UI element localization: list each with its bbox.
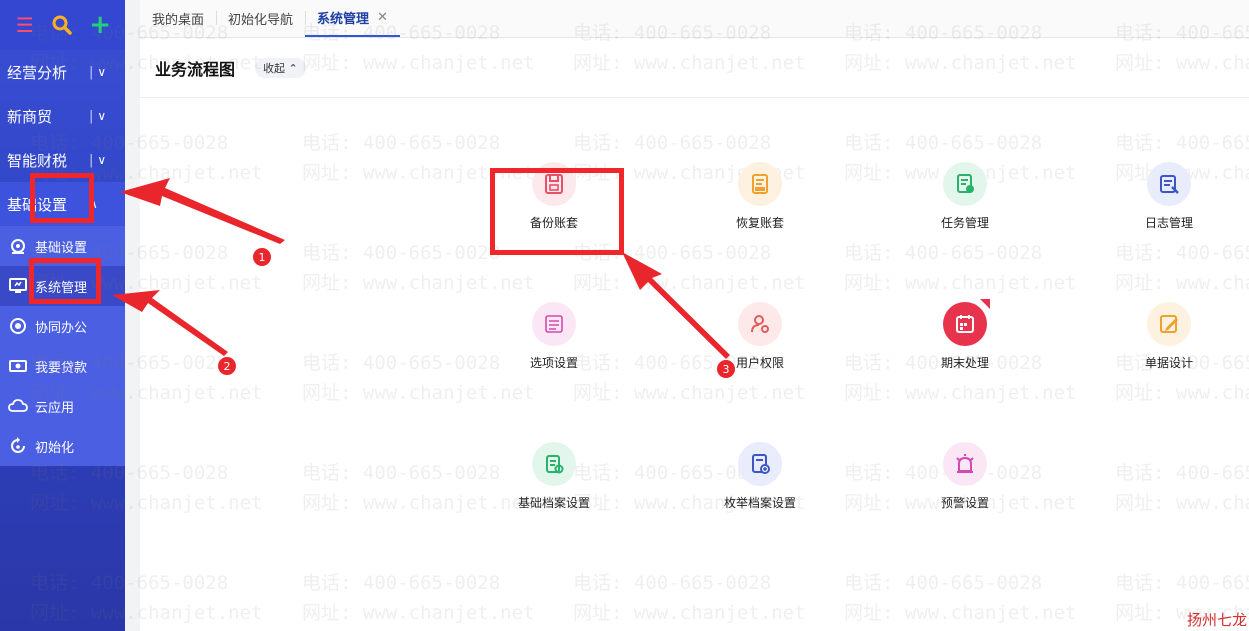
tile-restore[interactable]: 恢复账套 (700, 162, 820, 231)
log-icon (1147, 162, 1191, 206)
chevron-down-icon: ∨ (97, 153, 107, 167)
tile-user-perm[interactable]: 用户权限 (700, 302, 820, 371)
separator: | (89, 152, 94, 168)
gear-icon (8, 236, 28, 256)
tab-bar: 我的桌面 初始化导航 系统管理 ✕ (140, 0, 1249, 38)
separator: | (89, 108, 94, 124)
sidebar-group-label: 智能财税 (7, 151, 68, 170)
task-icon (943, 162, 987, 206)
sidebar-item-label: 我要贷款 (35, 360, 88, 376)
sidebar-item-label: 协同办公 (35, 320, 88, 336)
tab-my-desktop[interactable]: 我的桌面 (140, 0, 216, 37)
menu-icon[interactable]: ☰ (14, 13, 36, 37)
alarm-icon (943, 442, 987, 486)
sidebar-item-label: 初始化 (35, 440, 75, 456)
refresh-icon (8, 436, 28, 456)
tab-init-guide[interactable]: 初始化导航 (216, 0, 305, 37)
new-badge-corner (980, 299, 990, 309)
collab-icon (8, 316, 28, 336)
sidebar-group-label: 经营分析 (7, 63, 68, 82)
sidebar-item-label: 云应用 (35, 400, 75, 416)
enum-archive-icon (738, 442, 782, 486)
step-badge-3: 3 (716, 359, 736, 379)
step-badge-2: 2 (217, 356, 237, 376)
tile-label: 恢复账套 (735, 216, 784, 230)
tile-enum-archive[interactable]: 枚举档案设置 (700, 442, 820, 511)
user-perm-icon (738, 302, 782, 346)
restore-icon (738, 162, 782, 206)
period-end-icon (943, 299, 990, 346)
separator: | (89, 64, 94, 80)
sidebar: ☰ + 经营分析 | ∨ 新商贸 | ∨ 智能财税 | ∨ 基础设置 ∧ 基础设… (0, 0, 125, 631)
sidebar-item-cloud-app[interactable]: 云应用 (0, 386, 125, 426)
tab-label: 我的桌面 (152, 12, 205, 28)
tab-label: 初始化导航 (228, 12, 294, 28)
tile-doc-design[interactable]: 单据设计 (1109, 302, 1229, 371)
doc-design-icon (1147, 302, 1191, 346)
tile-label: 单据设计 (1144, 356, 1193, 370)
sidebar-item-collab[interactable]: 协同办公 (0, 306, 125, 346)
plus-icon[interactable]: + (89, 10, 111, 40)
sidebar-toolbar: ☰ + (0, 0, 125, 50)
sidebar-item-loan[interactable]: 我要贷款 (0, 346, 125, 386)
money-icon (8, 356, 28, 376)
cloud-icon (8, 396, 28, 416)
collapse-button[interactable]: 收起 ⌃ (255, 57, 306, 78)
sidebar-group-label: 新商贸 (7, 107, 53, 126)
tile-period-end[interactable]: 期末处理 (905, 299, 1025, 371)
tile-label: 日志管理 (1144, 216, 1193, 230)
tile-label: 任务管理 (940, 216, 989, 230)
tile-archive[interactable]: 基础档案设置 (494, 442, 614, 511)
tile-label: 预警设置 (940, 496, 989, 510)
options-icon (532, 302, 576, 346)
highlight-box-basic-settings (30, 173, 94, 223)
highlight-box-system-management (29, 258, 101, 304)
archive-icon (532, 442, 576, 486)
tile-alarm[interactable]: 预警设置 (905, 442, 1025, 511)
tile-label: 枚举档案设置 (723, 496, 796, 510)
tile-options[interactable]: 选项设置 (494, 302, 614, 371)
sidebar-group-business-analysis[interactable]: 经营分析 | ∨ (0, 50, 125, 94)
chevron-down-icon: ∨ (97, 109, 107, 123)
main-panel: 我的桌面 初始化导航 系统管理 ✕ 业务流程图 收起 ⌃ (140, 0, 1249, 631)
tile-label: 基础档案设置 (517, 496, 590, 510)
monitor-icon (8, 276, 28, 296)
step-badge-1: 1 (252, 247, 272, 267)
highlight-box-backup (490, 168, 624, 255)
section-header: 业务流程图 收起 ⌃ (140, 38, 1249, 98)
tile-label: 期末处理 (940, 356, 989, 370)
signature-text: 扬州七龙 (1186, 611, 1247, 629)
chevron-down-icon: ∨ (97, 65, 107, 79)
sidebar-item-init[interactable]: 初始化 (0, 426, 125, 466)
close-icon[interactable]: ✕ (377, 10, 388, 25)
sidebar-item-label: 基础设置 (35, 240, 88, 256)
search-icon[interactable] (51, 14, 73, 36)
tab-system-management[interactable]: 系统管理 ✕ (305, 0, 400, 37)
sidebar-group-new-trade[interactable]: 新商贸 | ∨ (0, 94, 125, 138)
section-title: 业务流程图 (155, 59, 236, 79)
tile-task[interactable]: 任务管理 (905, 162, 1025, 231)
tile-label: 选项设置 (529, 356, 578, 370)
tab-label: 系统管理 (317, 11, 370, 27)
tile-log[interactable]: 日志管理 (1109, 162, 1229, 231)
